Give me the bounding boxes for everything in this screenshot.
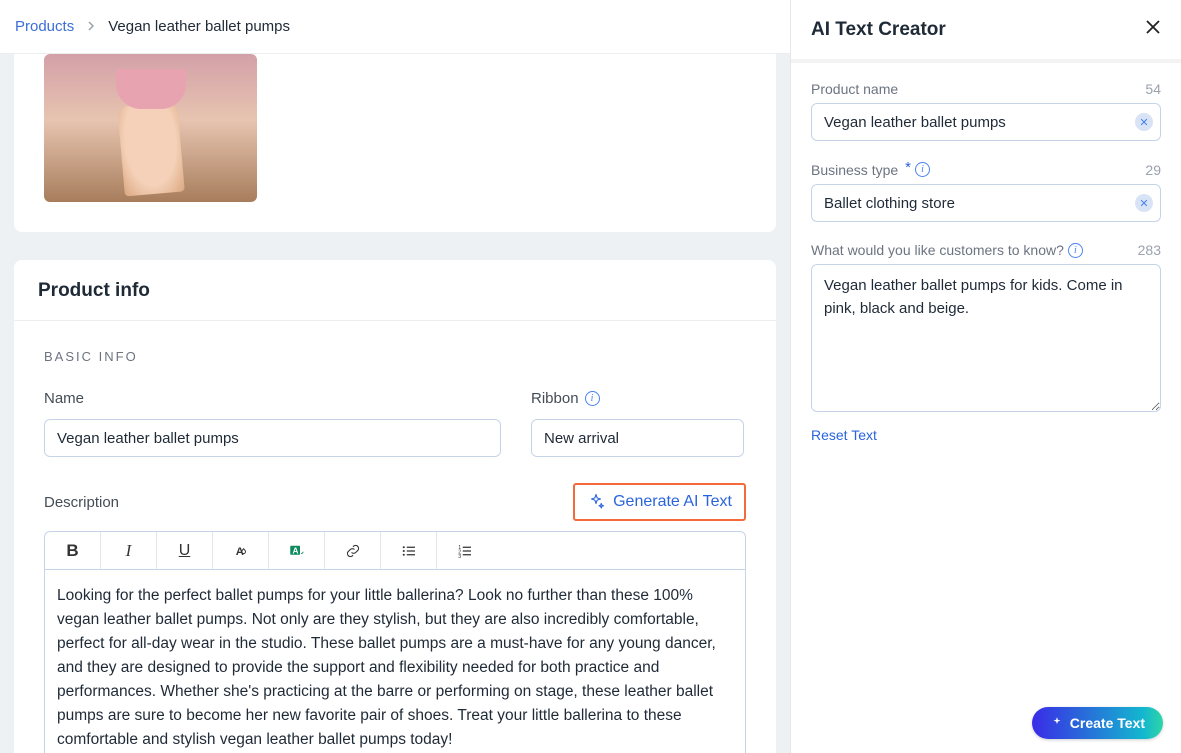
description-label: Description <box>44 494 119 511</box>
ribbon-input[interactable] <box>531 419 744 457</box>
name-label: Name <box>44 390 501 407</box>
name-input[interactable] <box>44 419 501 457</box>
breadcrumb-current: Vegan leather ballet pumps <box>108 18 290 35</box>
reset-text-link[interactable]: Reset Text <box>811 427 877 443</box>
italic-button[interactable]: I <box>101 532 157 569</box>
customers-know-count: 283 <box>1138 242 1161 258</box>
info-icon[interactable]: i <box>1068 243 1083 258</box>
basic-info-section-label: BASIC INFO <box>44 349 746 364</box>
highlight-button[interactable]: A <box>269 532 325 569</box>
bold-button[interactable]: B <box>45 532 101 569</box>
ribbon-label: Ribbon i <box>531 390 744 407</box>
customers-know-textarea[interactable] <box>811 264 1161 412</box>
description-textarea[interactable]: Looking for the perfect ballet pumps for… <box>45 570 745 753</box>
product-image[interactable] <box>44 54 257 202</box>
required-star-icon: * <box>905 159 911 176</box>
text-color-button[interactable]: A <box>213 532 269 569</box>
numbered-list-button[interactable]: 123 <box>437 532 493 569</box>
link-button[interactable] <box>325 532 381 569</box>
ai-text-creator-panel: AI Text Creator Product name 54 ✕ Busine… <box>790 0 1181 753</box>
clear-product-name-icon[interactable]: ✕ <box>1135 113 1153 131</box>
business-type-label: Business type * i <box>811 161 930 178</box>
product-name-input[interactable] <box>811 103 1161 141</box>
svg-text:A: A <box>235 545 243 557</box>
description-editor: B I U A A 123 <box>44 531 746 753</box>
breadcrumb-root-link[interactable]: Products <box>15 18 74 35</box>
product-info-card: Product info BASIC INFO Name Ribbon i De… <box>14 260 776 753</box>
close-icon[interactable] <box>1145 18 1161 41</box>
main-content-pane: Products Vegan leather ballet pumps Prod… <box>0 0 790 753</box>
business-type-count: 29 <box>1145 162 1161 178</box>
chevron-right-icon <box>86 19 96 34</box>
svg-text:3: 3 <box>458 553 461 559</box>
panel-title: AI Text Creator <box>811 19 946 41</box>
svg-text:A: A <box>292 546 298 555</box>
create-text-button[interactable]: Create Text <box>1032 707 1163 739</box>
clear-business-type-icon[interactable]: ✕ <box>1135 194 1153 212</box>
product-name-count: 54 <box>1145 81 1161 97</box>
customers-know-label: What would you like customers to know? i <box>811 242 1083 258</box>
business-type-input[interactable] <box>811 184 1161 222</box>
generate-ai-text-button[interactable]: Generate AI Text <box>573 483 746 521</box>
breadcrumb: Products Vegan leather ballet pumps <box>0 0 790 54</box>
product-name-label: Product name <box>811 81 898 97</box>
product-image-card <box>14 54 776 232</box>
sparkle-icon <box>1050 716 1064 730</box>
sparkle-icon <box>587 493 605 511</box>
editor-toolbar: B I U A A 123 <box>45 532 745 570</box>
info-icon[interactable]: i <box>915 162 930 177</box>
product-info-title: Product info <box>14 260 776 321</box>
underline-button[interactable]: U <box>157 532 213 569</box>
info-icon[interactable]: i <box>585 391 600 406</box>
bullet-list-button[interactable] <box>381 532 437 569</box>
